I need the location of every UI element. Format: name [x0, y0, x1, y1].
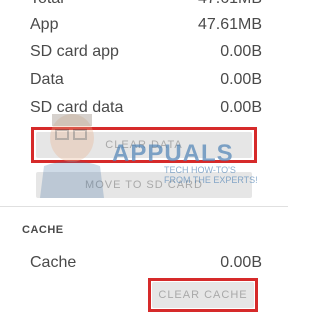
storage-row-data: Data 0.00B: [30, 68, 262, 92]
cache-value: 0.00B: [220, 254, 262, 271]
watermark-brand: APPUALS: [112, 140, 234, 167]
storage-row-total: Total 47.61MB: [30, 0, 262, 11]
watermark-tagline: TECH HOW-TO'S FROM THE EXPERTS!: [164, 165, 258, 185]
storage-label: Total: [30, 0, 64, 8]
cache-row: Cache 0.00B: [30, 251, 262, 275]
storage-label: SD card app: [30, 43, 119, 60]
storage-row-app: App 47.61MB: [30, 13, 262, 37]
cache-label: Cache: [30, 254, 77, 271]
storage-label: App: [30, 16, 59, 33]
storage-label: Data: [30, 71, 64, 88]
storage-value: 47.61MB: [197, 16, 262, 33]
storage-value: 0.00B: [220, 71, 262, 88]
section-title-cache: CACHE: [22, 224, 64, 236]
storage-value: 47.61MB: [198, 0, 262, 8]
section-divider: [0, 206, 288, 207]
storage-row-sd-card-app: SD card app 0.00B: [30, 40, 262, 64]
clear-cache-button[interactable]: CLEAR CACHE: [152, 282, 254, 308]
storage-value: 0.00B: [220, 43, 262, 60]
